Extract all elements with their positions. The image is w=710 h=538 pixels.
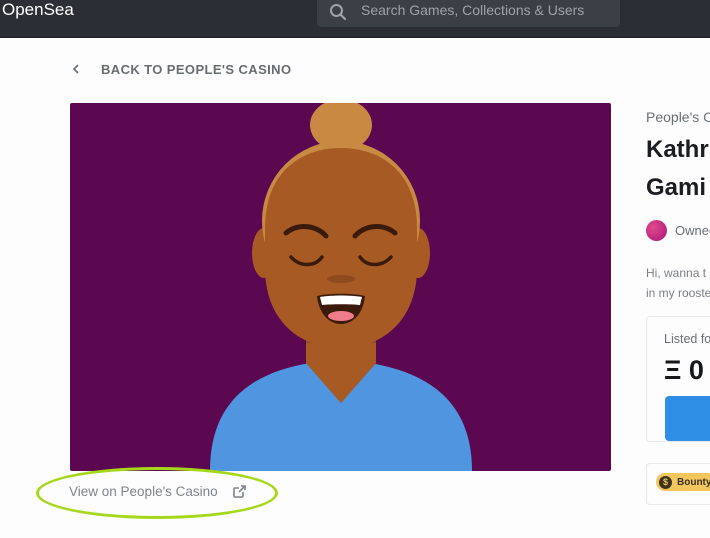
owner-label: Ownec <box>675 223 710 238</box>
asset-details-panel: People's C Kathr Gami Ownec Hi, wanna t … <box>646 39 710 538</box>
asset-image <box>70 103 611 471</box>
listing-card: Listed fo Ξ 0 <box>646 316 710 442</box>
bounty-badge[interactable]: $ Bounty <box>656 473 710 491</box>
search-icon <box>330 4 347 21</box>
search-input[interactable] <box>361 0 611 20</box>
view-on-site-label: View on People's Casino <box>69 484 218 499</box>
bounty-label: Bounty <box>677 476 710 488</box>
asset-title-line1: Kathr <box>646 136 709 163</box>
back-link-label: BACK TO PEOPLE'S CASINO <box>101 61 292 77</box>
bounty-card: $ Bounty <box>646 463 710 505</box>
back-to-collection-link[interactable]: BACK TO PEOPLE'S CASINO <box>72 61 291 77</box>
listing-price: Ξ 0 <box>664 355 704 385</box>
top-navigation-bar: OpenSea <box>0 0 710 38</box>
asset-title-line2: Gami <box>646 174 707 201</box>
brand-logo[interactable]: OpenSea <box>2 0 74 22</box>
chevron-left-icon <box>72 64 79 74</box>
listing-label: Listed fo <box>664 332 710 346</box>
asset-description: Hi, wanna t in my rooste <box>646 263 710 303</box>
buy-button[interactable] <box>665 396 710 441</box>
owner-row[interactable]: Ownec <box>646 220 710 241</box>
description-line1: Hi, wanna t <box>646 266 707 280</box>
avatar <box>646 220 667 241</box>
search-box[interactable] <box>317 0 620 27</box>
coin-icon: $ <box>659 475 672 489</box>
description-line2: in my rooste <box>646 286 710 300</box>
view-on-site-link[interactable]: View on People's Casino <box>69 484 246 499</box>
external-link-icon <box>232 485 246 498</box>
collection-link[interactable]: People's C <box>646 109 710 125</box>
asset-title: Kathr Gami <box>646 131 710 207</box>
character-illustration <box>210 103 472 471</box>
asset-page: BACK TO PEOPLE'S CASINO View on People's… <box>0 39 710 538</box>
